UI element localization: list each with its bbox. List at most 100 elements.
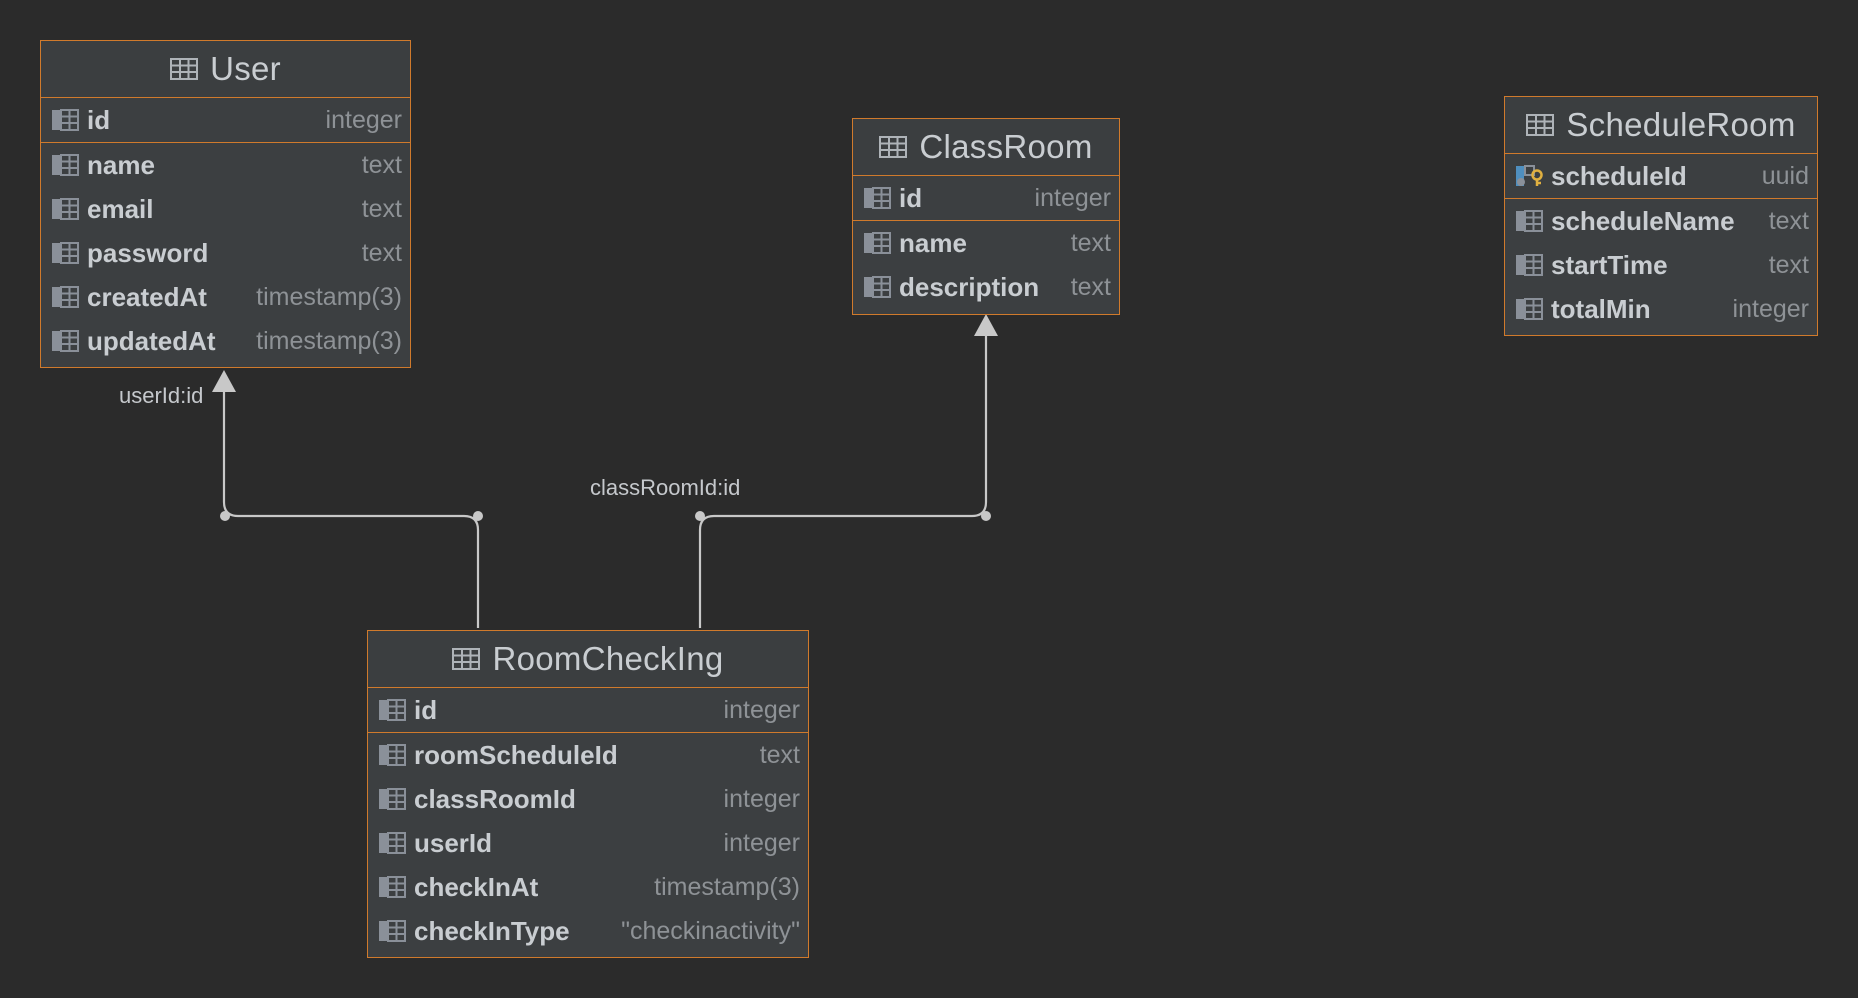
column-icon: [379, 876, 406, 898]
column-icon: [379, 788, 406, 810]
column-name: totalMin: [1551, 293, 1651, 324]
column-type: text: [1070, 272, 1111, 301]
column-icon: [864, 187, 891, 209]
column-row[interactable]: updatedAt timestamp(3): [41, 319, 410, 363]
entity-roomchecking[interactable]: RoomCheckIng id integer roomScheduleId t…: [367, 630, 809, 958]
column-icon: [379, 744, 406, 766]
table-icon: [1526, 114, 1555, 136]
table-icon: [170, 58, 199, 80]
er-diagram-canvas: userId:id classRoomId:id User id integer…: [0, 0, 1858, 998]
entity-header[interactable]: User: [41, 41, 410, 98]
entity-header[interactable]: ScheduleRoom: [1505, 97, 1817, 154]
column-type: text: [361, 238, 402, 267]
column-type: text: [759, 740, 800, 769]
column-type: text: [1768, 206, 1809, 235]
connector-dot: [473, 511, 483, 521]
column-name: classRoomId: [414, 783, 576, 814]
entity-user[interactable]: User id integer name text email text pas…: [40, 40, 411, 368]
column-icon: [52, 154, 79, 176]
column-row[interactable]: password text: [41, 231, 410, 275]
column-type: text: [1768, 250, 1809, 279]
column-type: timestamp(3): [256, 326, 402, 355]
column-name: name: [899, 227, 967, 258]
column-name: checkInType: [414, 915, 570, 946]
column-name: userId: [414, 827, 493, 858]
connector-dot: [220, 511, 230, 521]
column-row[interactable]: id integer: [368, 688, 808, 733]
column-icon: [1516, 254, 1543, 276]
entity-classroom[interactable]: ClassRoom id integer name text descripti…: [852, 118, 1120, 315]
column-row[interactable]: id integer: [853, 176, 1119, 221]
column-type: integer: [1034, 183, 1111, 212]
column-name: createdAt: [87, 281, 207, 312]
column-icon: [379, 699, 406, 721]
column-type: uuid: [1761, 161, 1809, 190]
relation-line-userid: [222, 390, 480, 628]
column-type: integer: [723, 784, 800, 813]
column-icon: [864, 276, 891, 298]
relation-label-classroomid: classRoomId:id: [590, 475, 741, 500]
column-name: password: [87, 237, 209, 268]
column-name: description: [899, 271, 1040, 302]
column-name: scheduleName: [1551, 205, 1735, 236]
column-type: text: [1070, 228, 1111, 257]
column-row[interactable]: description text: [853, 265, 1119, 309]
column-row[interactable]: classRoomId integer: [368, 777, 808, 821]
column-type: integer: [723, 828, 800, 857]
column-name: email: [87, 193, 154, 224]
column-icon: [379, 920, 406, 942]
column-icon: [52, 286, 79, 308]
primary-key-icon: [1516, 165, 1543, 186]
column-row[interactable]: userId integer: [368, 821, 808, 865]
column-row[interactable]: startTime text: [1505, 243, 1817, 287]
column-name: name: [87, 149, 155, 180]
column-icon: [52, 198, 79, 220]
column-icon: [52, 242, 79, 264]
column-icon: [864, 232, 891, 254]
column-name: roomScheduleId: [414, 739, 618, 770]
column-name: id: [87, 104, 111, 135]
table-icon: [879, 136, 908, 158]
column-icon: [379, 832, 406, 854]
column-type: integer: [1732, 294, 1809, 323]
column-row[interactable]: name text: [41, 143, 410, 187]
column-type: integer: [325, 105, 402, 134]
entity-title: ScheduleRoom: [1566, 106, 1796, 143]
entity-title: User: [210, 50, 281, 87]
column-type: text: [361, 150, 402, 179]
entity-title: ClassRoom: [919, 128, 1093, 165]
entity-title: RoomCheckIng: [492, 640, 724, 677]
relation-label-userid: userId:id: [119, 383, 204, 408]
column-row[interactable]: checkInType "checkinactivity": [368, 909, 808, 953]
connector-dot: [981, 511, 991, 521]
column-name: startTime: [1551, 249, 1668, 280]
column-type: timestamp(3): [654, 872, 800, 901]
column-row[interactable]: id integer: [41, 98, 410, 143]
connector-dot: [695, 511, 705, 521]
column-row[interactable]: roomScheduleId text: [368, 733, 808, 777]
column-icon: [1516, 298, 1543, 320]
table-icon: [452, 648, 481, 670]
entity-header[interactable]: RoomCheckIng: [368, 631, 808, 688]
column-row[interactable]: email text: [41, 187, 410, 231]
column-row[interactable]: totalMin integer: [1505, 287, 1817, 331]
arrowhead-user: [212, 370, 236, 392]
column-name: id: [414, 694, 438, 725]
column-name: checkInAt: [414, 871, 539, 902]
column-icon: [1516, 210, 1543, 232]
column-icon: [52, 330, 79, 352]
relation-line-classroomid: [698, 334, 988, 628]
column-row[interactable]: checkInAt timestamp(3): [368, 865, 808, 909]
column-name: scheduleId: [1551, 160, 1687, 191]
column-type: "checkinactivity": [621, 916, 800, 945]
entity-scheduleroom[interactable]: ScheduleRoom scheduleId uuid scheduleNam…: [1504, 96, 1818, 336]
column-row[interactable]: name text: [853, 221, 1119, 265]
column-icon: [52, 109, 79, 131]
column-name: updatedAt: [87, 325, 216, 356]
entity-header[interactable]: ClassRoom: [853, 119, 1119, 176]
column-row[interactable]: scheduleName text: [1505, 199, 1817, 243]
arrowhead-classroom: [974, 314, 998, 336]
column-type: integer: [723, 695, 800, 724]
column-row[interactable]: scheduleId uuid: [1505, 154, 1817, 199]
column-row[interactable]: createdAt timestamp(3): [41, 275, 410, 319]
